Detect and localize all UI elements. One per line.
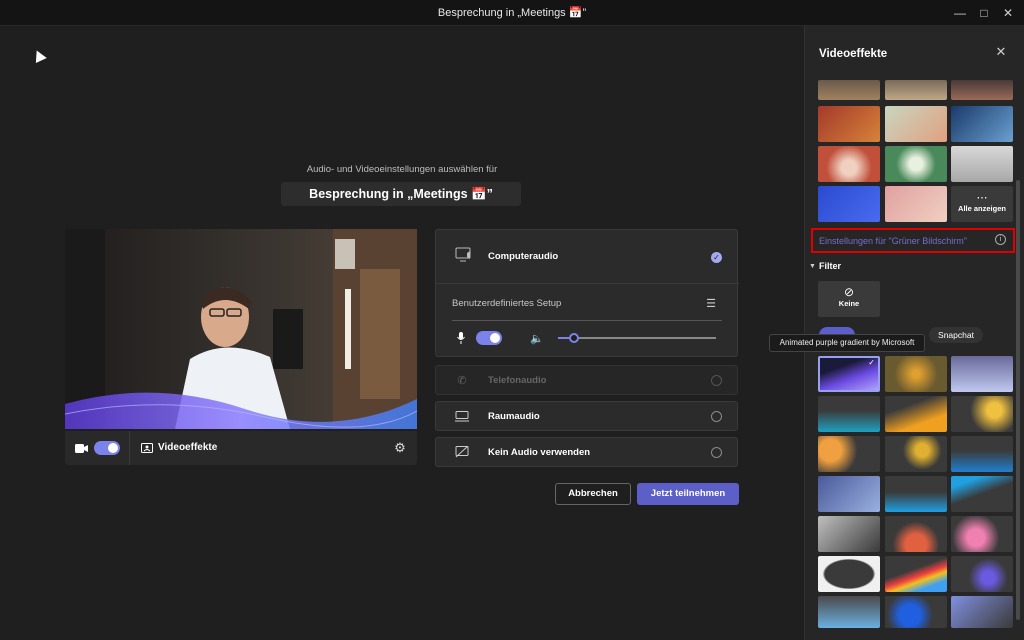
phone-audio-radio[interactable] [711, 375, 722, 386]
volume-slider-thumb[interactable] [569, 333, 579, 343]
window-title: Besprechung in „Meetings 📅” [437, 7, 587, 19]
room-audio-icon [455, 410, 469, 422]
filter-thumbnail[interactable] [885, 516, 947, 552]
background-thumbnail[interactable] [818, 186, 880, 222]
sidebar-title: Videoeffekte [819, 48, 888, 60]
room-audio-option[interactable]: Raumaudio [435, 401, 738, 431]
more-icon: ⋯ [976, 192, 988, 204]
video-effects-button[interactable]: Videoeffekte [158, 442, 217, 453]
video-effects-icon [141, 442, 153, 454]
divider [129, 431, 130, 465]
camera-preview-image [65, 229, 417, 429]
video-effects-sidebar: Videoeffekte ✕ ⋯ Alle anzeigen Einstellu… [769, 26, 1024, 640]
tooltip: Animated purple gradient by Microsoft [769, 334, 925, 352]
filter-thumbnail[interactable] [951, 476, 1013, 512]
background-thumbnail[interactable] [885, 186, 947, 222]
computer-audio-label: Computeraudio [488, 251, 559, 262]
custom-setup-label[interactable]: Benutzerdefiniertes Setup [452, 298, 561, 309]
info-icon[interactable]: i [995, 234, 1006, 245]
selected-check-icon: ✓ [711, 252, 722, 263]
show-all-label: Alle anzeigen [958, 204, 1006, 213]
filter-thumbnail-selected[interactable]: ✓ [818, 356, 880, 392]
computer-audio-icon [455, 246, 473, 264]
camera-toggle[interactable] [94, 441, 120, 455]
background-thumbnail[interactable] [951, 106, 1013, 142]
audio-settings-sliders-icon[interactable]: ☰ [704, 297, 718, 310]
computer-audio-panel[interactable]: Computeraudio ✓ Benutzerdefiniertes Setu… [435, 229, 739, 357]
background-thumbnail[interactable] [885, 80, 947, 100]
microphone-toggle[interactable] [476, 331, 502, 345]
phone-audio-option[interactable]: ✆ Telefonaudio [435, 365, 738, 395]
join-now-button[interactable]: Jetzt teilnehmen [637, 483, 739, 505]
background-thumbnail[interactable] [951, 80, 1013, 100]
filter-thumbnail[interactable] [885, 476, 947, 512]
green-screen-settings-link[interactable]: Einstellungen für "Grüner Bildschirm" [819, 236, 967, 246]
filter-thumbnail[interactable] [885, 596, 947, 628]
no-audio-icon [455, 446, 469, 458]
background-thumbnail[interactable] [885, 106, 947, 142]
filter-thumbnail[interactable] [951, 436, 1013, 472]
show-all-button[interactable]: ⋯ Alle anzeigen [951, 186, 1013, 222]
close-sidebar-icon[interactable]: ✕ [993, 44, 1009, 60]
filter-thumbnail[interactable] [951, 356, 1013, 392]
filter-thumbnail[interactable] [818, 476, 880, 512]
phone-icon: ✆ [457, 374, 467, 387]
filter-thumbnail[interactable] [885, 396, 947, 432]
background-thumbnail[interactable] [885, 146, 947, 182]
background-thumbnail[interactable] [818, 80, 880, 100]
background-thumbnail[interactable] [951, 146, 1013, 182]
microphone-icon [456, 331, 466, 345]
filter-thumbnail[interactable] [951, 556, 1013, 592]
camera-icon [74, 441, 88, 455]
filter-thumbnail[interactable] [818, 396, 880, 432]
close-window-icon[interactable]: ✕ [992, 0, 1024, 26]
settings-gear-icon[interactable]: ⚙ [393, 440, 407, 455]
filter-thumbnail[interactable] [818, 436, 880, 472]
background-thumbnail[interactable] [818, 146, 880, 182]
filter-thumbnail[interactable] [951, 396, 1013, 432]
collapse-caret-icon[interactable]: ▼ [809, 263, 816, 270]
filter-thumbnail[interactable] [951, 596, 1013, 628]
prejoin-subtitle: Audio- und Videoeinstellungen auswählen … [306, 164, 498, 175]
divider [452, 320, 722, 321]
checkmark-icon: ✓ [868, 358, 875, 367]
background-thumbnail[interactable] [818, 106, 880, 142]
room-audio-label: Raumaudio [488, 411, 540, 422]
no-audio-radio[interactable] [711, 447, 722, 458]
filter-thumbnail[interactable] [951, 516, 1013, 552]
filter-heading: Filter [819, 261, 842, 271]
filter-thumbnail[interactable] [818, 596, 880, 628]
video-controls-bar: Videoeffekte ⚙ [65, 431, 417, 465]
none-circle-slash-icon: ⊘ [843, 285, 855, 299]
filter-thumbnail[interactable] [885, 436, 947, 472]
green-screen-settings-highlight[interactable]: Einstellungen für "Grüner Bildschirm" i [811, 228, 1015, 253]
meeting-name: Besprechung in „Meetings 📅” [281, 182, 521, 206]
filter-thumbnail[interactable] [818, 516, 880, 552]
speaker-icon: 🔈 [530, 332, 544, 345]
room-audio-radio[interactable] [711, 411, 722, 422]
phone-audio-label: Telefonaudio [488, 375, 547, 386]
sidebar-scrollbar[interactable] [1016, 180, 1020, 620]
cancel-button[interactable]: Abbrechen [555, 483, 631, 505]
filter-thumbnail[interactable] [885, 556, 947, 592]
video-preview [65, 229, 417, 429]
volume-slider[interactable] [558, 337, 716, 339]
title-bar: Besprechung in „Meetings 📅” — □ ✕ [0, 0, 1024, 26]
filter-none-label: Keine [838, 299, 860, 308]
filter-thumbnail[interactable] [885, 356, 947, 392]
prejoin-main: Audio- und Videoeinstellungen auswählen … [0, 26, 804, 640]
no-audio-label: Kein Audio verwenden [488, 447, 591, 458]
filter-thumbnail[interactable] [818, 556, 880, 592]
divider [436, 283, 739, 284]
filter-tab-snapchat[interactable]: Snapchat [929, 327, 983, 343]
filter-none-button[interactable]: ⊘ Keine [818, 281, 880, 317]
no-audio-option[interactable]: Kein Audio verwenden [435, 437, 738, 467]
